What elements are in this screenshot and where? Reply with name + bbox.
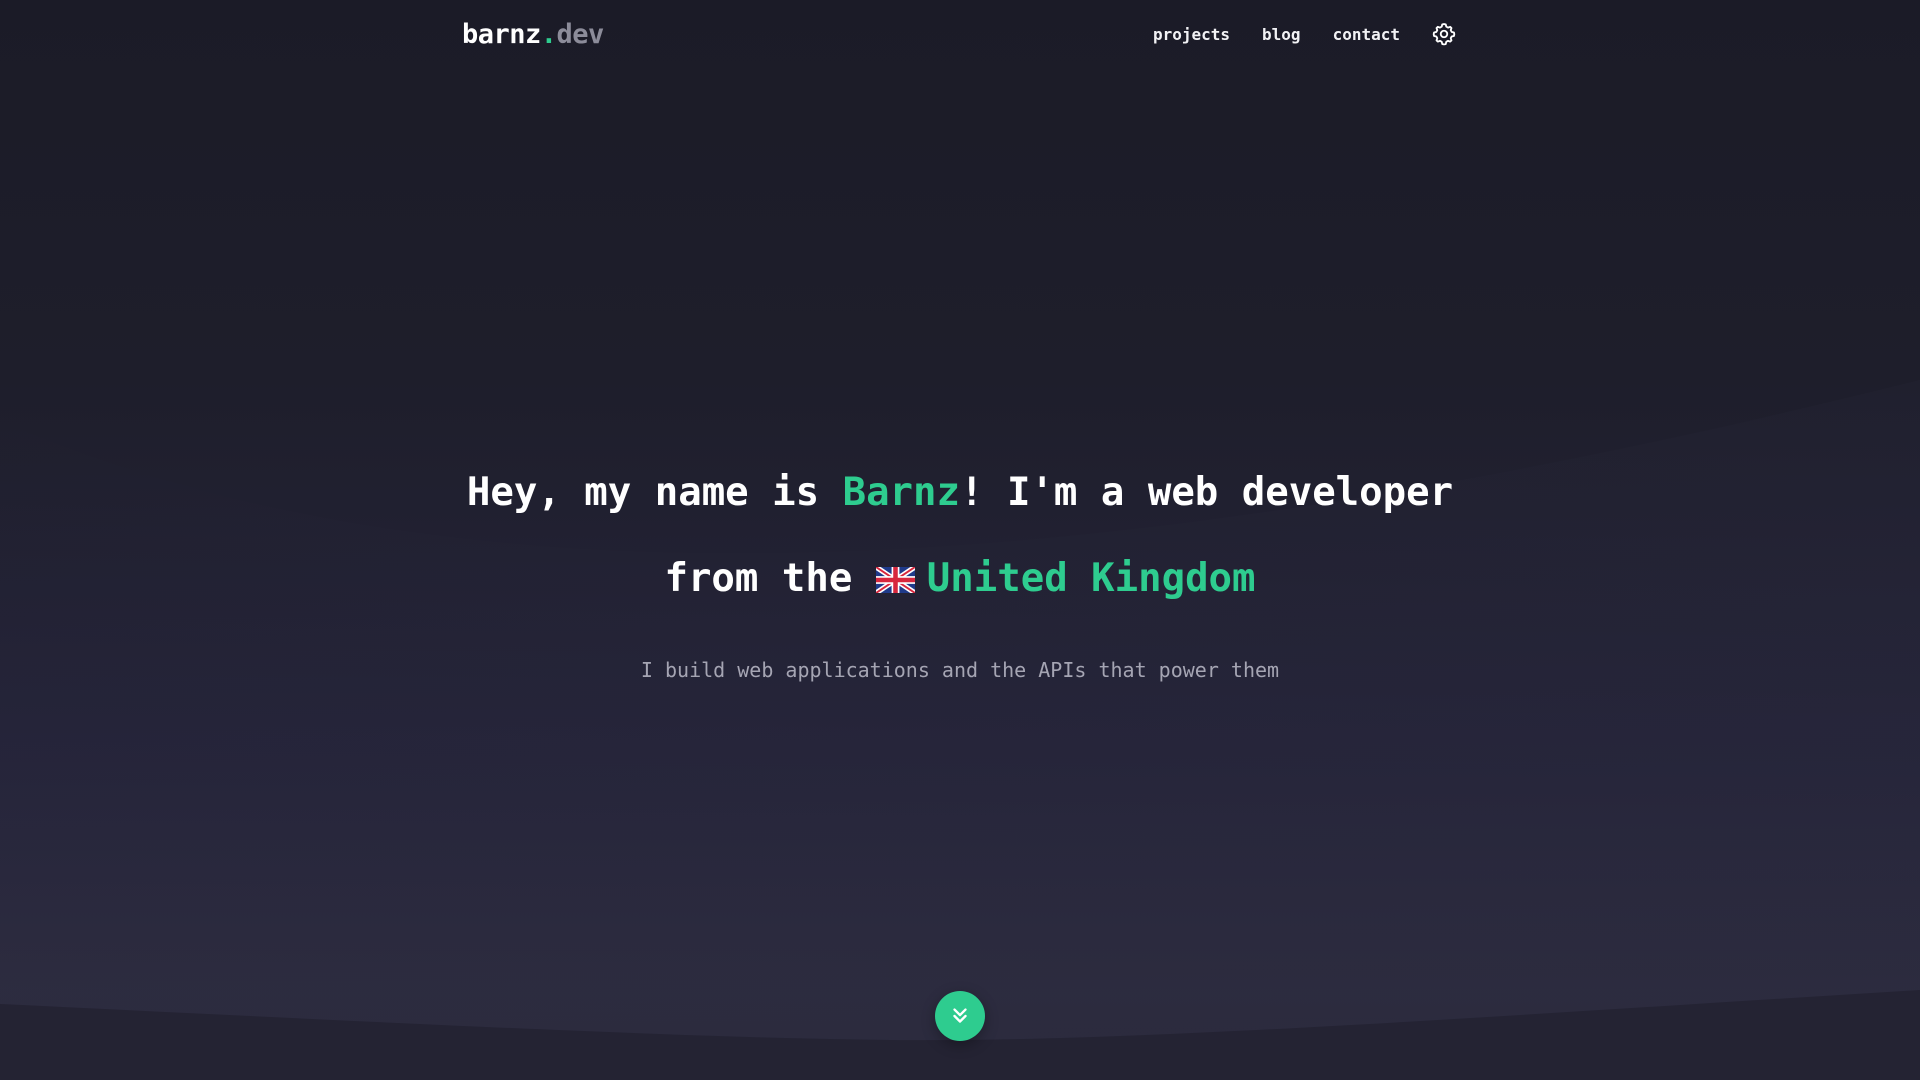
hero-line1-prefix: Hey, my name is [466, 470, 843, 515]
gear-icon [1432, 23, 1456, 46]
nav-link-contact[interactable]: contact [1333, 25, 1400, 44]
double-chevron-down-icon [953, 1008, 967, 1023]
site-logo[interactable]: barnz. dev [462, 19, 604, 50]
logo-dot: . [540, 18, 557, 50]
hero-section: Hey, my name is Barnz! I'm a web develop… [0, 450, 1920, 702]
hero-subtitle: I build web applications and the APIs th… [640, 658, 1280, 682]
nav-link-blog[interactable]: blog [1262, 25, 1301, 44]
top-navigation: barnz. dev projects blog contact [462, 0, 1458, 68]
logo-name: barnz [462, 18, 541, 50]
settings-button[interactable] [1430, 20, 1458, 48]
hero-heading-line-1: Hey, my name is Barnz! I'm a web develop… [0, 450, 1920, 536]
hero-line1-suffix: ! I'm a web developer [960, 470, 1454, 515]
scroll-down-button[interactable] [935, 991, 985, 1041]
hero-name: Barnz [842, 470, 960, 515]
hero-country: United Kingdom [926, 556, 1256, 601]
logo-tld: dev [556, 18, 605, 50]
page: barnz. dev projects blog contact Hey, my … [0, 0, 1920, 1080]
uk-flag-icon [875, 567, 915, 593]
nav-links: projects blog contact [1153, 20, 1458, 48]
hero-heading-line-2: from the United Kingdom [0, 536, 1920, 622]
hero-line2-prefix: from the [664, 556, 876, 601]
nav-link-projects[interactable]: projects [1153, 25, 1230, 44]
